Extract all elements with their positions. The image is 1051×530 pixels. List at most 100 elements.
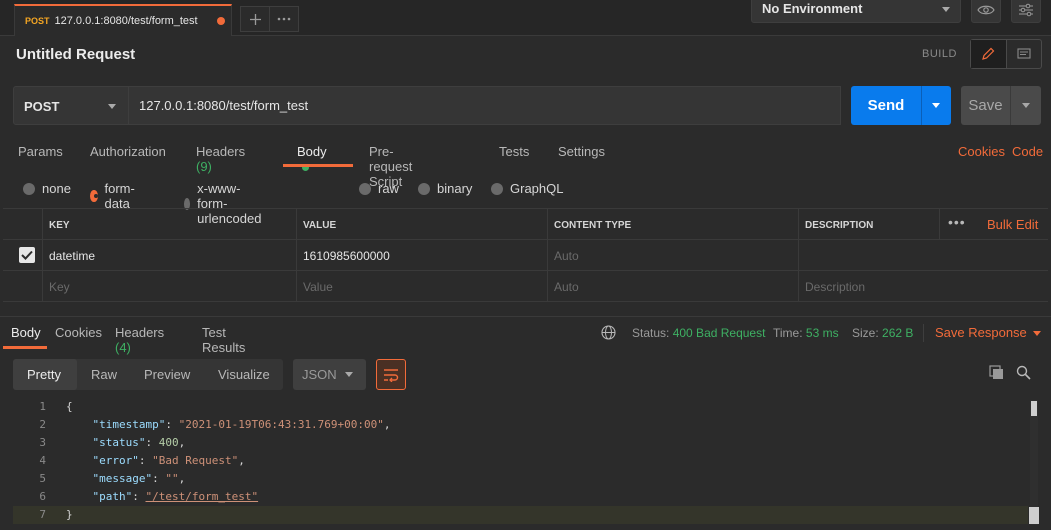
view-preview-button[interactable]: Preview	[144, 367, 190, 382]
code-text: "timestamp": "2021-01-19T06:43:31.769+00…	[92, 418, 391, 431]
json-value: ""	[165, 472, 179, 485]
view-pretty-button[interactable]: Pretty	[27, 367, 61, 382]
size-label: Size:	[852, 326, 879, 340]
placeholder-description-input[interactable]: Description	[799, 271, 1048, 302]
chevron-down-icon	[1032, 331, 1041, 337]
scrollbar-thumb[interactable]	[1031, 401, 1037, 416]
line-number: 4	[39, 454, 46, 467]
radio-none[interactable]: none	[23, 181, 71, 196]
tab-options-button[interactable]	[269, 6, 299, 32]
manage-environments-button[interactable]	[1011, 0, 1041, 23]
tab-body-label: Body	[297, 144, 327, 159]
response-body-editor[interactable]: 1{ 2 "timestamp": "2021-01-19T06:43:31.7…	[13, 398, 1038, 530]
send-button[interactable]: Send	[851, 86, 921, 125]
cookies-link[interactable]: Cookies	[958, 144, 1005, 159]
row-key[interactable]: datetime	[43, 240, 297, 271]
environment-select[interactable]: No Environment	[751, 0, 961, 23]
size-value[interactable]: 262 B	[882, 326, 913, 340]
method-select[interactable]: POST	[13, 86, 129, 125]
copy-icon[interactable]	[989, 365, 1004, 380]
tab-headers[interactable]: Headers (9)	[196, 144, 245, 174]
row-value[interactable]: 1610985600000	[297, 240, 548, 271]
comments-mode-button[interactable]	[1007, 40, 1042, 68]
pencil-icon	[982, 47, 995, 60]
tab-headers-label: Headers	[196, 144, 246, 159]
edit-mode-button[interactable]	[971, 40, 1007, 68]
radio-circle	[359, 182, 371, 195]
radio-label: raw	[378, 181, 399, 196]
column-header-content-type: CONTENT TYPE	[548, 209, 799, 240]
row-content-type[interactable]: Auto	[548, 240, 799, 271]
radio-graphql[interactable]: GraphQL	[491, 181, 563, 196]
table-header-check	[3, 209, 43, 240]
tab-body[interactable]: Body	[297, 144, 327, 174]
eye-icon	[977, 5, 995, 14]
view-visualize-button[interactable]: Visualize	[218, 367, 270, 382]
environment-quick-look-button[interactable]	[971, 0, 1001, 23]
bulk-edit-link[interactable]: Bulk Edit	[987, 217, 1038, 232]
plus-icon	[249, 13, 261, 25]
request-tab[interactable]: POST 127.0.0.1:8080/test/form_test	[14, 4, 232, 36]
tab-params[interactable]: Params	[18, 144, 63, 159]
code-line: 6 "path": "/test/form_test"	[13, 488, 1028, 506]
line-number: 6	[39, 490, 46, 503]
code-text: "status": 400,	[92, 436, 186, 449]
table-row: datetime 1610985600000 Auto	[3, 240, 1048, 271]
request-title[interactable]: Untitled Request	[16, 46, 135, 63]
response-divider	[0, 316, 1051, 317]
url-input[interactable]: 127.0.0.1:8080/test/form_test	[128, 86, 841, 125]
view-raw-button[interactable]: Raw	[91, 367, 117, 382]
build-label: BUILD	[922, 48, 957, 60]
column-divider	[939, 209, 940, 239]
code-text: }	[66, 508, 73, 521]
status-divider	[923, 324, 924, 342]
wrap-lines-button[interactable]	[376, 359, 406, 390]
row-description[interactable]	[799, 240, 1048, 271]
status-label: Status:	[632, 326, 670, 340]
save-button[interactable]: Save	[961, 86, 1010, 125]
tab-settings[interactable]: Settings	[558, 144, 605, 159]
status-value[interactable]: 400 Bad Request	[673, 326, 766, 340]
radio-form-data[interactable]: form-data	[90, 181, 139, 211]
code-line: 4 "error": "Bad Request",	[13, 452, 1028, 470]
code-text: {	[66, 400, 73, 413]
placeholder-value-input[interactable]: Value	[297, 271, 548, 302]
tab-authorization[interactable]: Authorization	[90, 144, 166, 159]
response-tab-test-results[interactable]: Test Results	[202, 325, 245, 355]
language-value: JSON	[302, 367, 337, 382]
tab-tests[interactable]: Tests	[499, 144, 529, 159]
json-value: 400	[158, 436, 179, 449]
placeholder-content-type[interactable]: Auto	[548, 271, 799, 302]
new-tab-button[interactable]	[240, 6, 270, 32]
chevron-down-icon	[932, 103, 940, 108]
search-icon[interactable]	[1016, 365, 1031, 380]
chevron-down-icon	[942, 7, 950, 12]
view-mode-toggle: Pretty Raw Preview Visualize	[13, 359, 283, 390]
radio-raw[interactable]: raw	[359, 181, 399, 196]
save-options-button[interactable]	[1010, 86, 1041, 125]
language-select[interactable]: JSON	[293, 359, 366, 390]
radio-binary[interactable]: binary	[418, 181, 472, 196]
response-tab-cookies[interactable]: Cookies	[55, 325, 102, 340]
tab-headers-count: (9)	[196, 159, 212, 174]
json-value-link[interactable]: "/test/form_test"	[146, 490, 259, 503]
method-value: POST	[24, 99, 60, 114]
line-number: 7	[39, 508, 46, 521]
response-tab-body[interactable]: Body	[11, 325, 41, 340]
send-options-button[interactable]	[921, 86, 951, 125]
more-icon	[277, 17, 291, 21]
radio-label: binary	[437, 181, 473, 196]
table-options-icon[interactable]: •••	[948, 214, 966, 230]
placeholder-check-cell	[3, 271, 43, 302]
form-data-table: KEY VALUE CONTENT TYPE DESCRIPTION datet…	[3, 208, 1048, 302]
response-tab-headers[interactable]: Headers (4)	[115, 325, 164, 355]
placeholder-key-input[interactable]: Key	[43, 271, 297, 302]
code-link[interactable]: Code	[1012, 144, 1043, 159]
line-number: 2	[39, 418, 46, 431]
row-enabled-checkbox[interactable]	[19, 247, 35, 263]
table-row-placeholder: Key Value Auto Description	[3, 271, 1048, 302]
save-response-button[interactable]: Save Response	[935, 325, 1041, 340]
response-status: Status: 400 Bad Request	[632, 326, 765, 340]
globe-icon[interactable]	[601, 325, 616, 340]
time-value[interactable]: 53 ms	[806, 326, 839, 340]
